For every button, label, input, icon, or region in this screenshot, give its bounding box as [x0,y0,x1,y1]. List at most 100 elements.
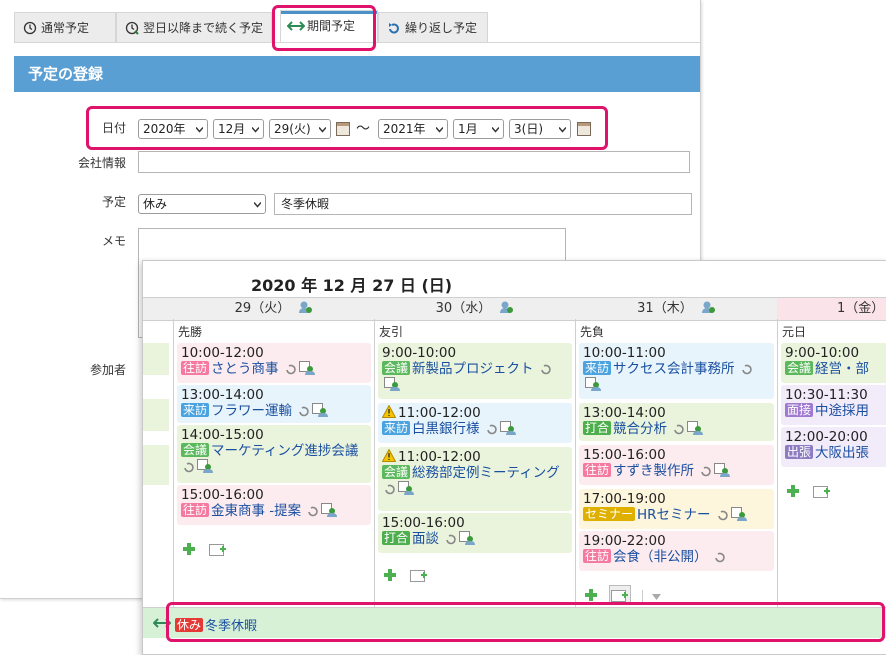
add-plus-icon[interactable] [182,542,196,556]
event-tag: 会議 [382,361,411,375]
overnight-clock-icon [125,21,139,35]
add-plus-icon[interactable] [383,568,397,582]
event-card[interactable]: 10:00-12:00 往訪 さとう商事 [177,343,371,383]
event-card[interactable]: 15:00-16:00 往訪 すずき製作所 [579,445,774,485]
event-tag: 往訪 [181,361,210,375]
company-field[interactable] [138,151,690,173]
section-header: 予定の登録 [14,56,700,92]
schedule-type-select[interactable]: 休み [138,194,266,214]
partial-column [143,319,173,607]
tab-repeat-schedule[interactable]: 繰り返し予定 [378,12,488,42]
add-plus-icon[interactable] [786,484,800,498]
participants-label: 参加者 [89,363,126,377]
event-card[interactable]: 14:00-15:00 会議 マーケティング進捗会議 [177,425,371,483]
event-tag: 打合 [583,421,612,435]
event-title: 総務部定例ミーティング [412,465,560,481]
add-person-icon[interactable] [499,300,514,314]
add-person-icon[interactable] [298,300,313,314]
attendees-icon [398,481,414,495]
repeat-icon [718,510,728,521]
tab-label: 通常予定 [41,21,90,35]
event-time: 15:00-16:00 [583,447,666,463]
attendees-icon [714,463,731,477]
event-time: 11:00-12:00 [382,449,568,465]
day-header-label: 30（水） [435,301,492,316]
tab-overnight-schedule[interactable]: 翌日以降まで続く予定 [116,12,272,42]
event-tag: 会議 [382,465,411,479]
schedule-label: 予定 [101,195,126,209]
day-column-31: 先負 10:00-11:00 来訪 サクセス会計事務所 13:00-14:00 打… [575,319,777,607]
add-row [383,567,428,586]
event-time-text: 11:00-12:00 [398,449,481,465]
event-title: 白黒銀行様 [412,421,480,437]
day-header-29: 29（火） [173,298,374,320]
add-plus-icon[interactable] [584,588,598,602]
highlight-date-range [86,106,608,150]
rokuyo-label: 元日 [782,325,807,339]
event-title: さとう商事 [211,361,279,377]
event-title: 中途採用 [815,403,870,419]
event-time: 14:00-15:00 [181,427,264,443]
event-time: 12:00-20:00 [785,429,868,445]
event-card[interactable]: 13:00-14:00 来訪 フラワー運輸 [177,385,371,423]
event-time: 11:00-12:00 [382,405,568,421]
event-tag: 来訪 [382,421,411,435]
day-header-30: 30（水） [374,298,575,320]
event-time: 10:00-12:00 [181,345,264,361]
highlight-period-tab [272,5,376,51]
event-card[interactable]: 12:00-20:00 出張 大阪出張 [781,427,886,467]
event-time: 10:30-11:30 [785,387,868,403]
add-person-icon[interactable] [701,300,715,314]
warning-icon [382,449,396,462]
event-time: 15:00-16:00 [181,487,264,503]
event-title: 大阪出張 [815,445,870,461]
calendar-date-title: 2020 年 12 月 27 日 (日) [251,276,453,295]
event-card[interactable]: 15:00-16:00 往訪 金東商事 -提案 [177,485,371,525]
tab-label: 繰り返し予定 [405,21,478,35]
event-title: サクセス会計事務所 [613,361,735,377]
event-card[interactable]: 11:00-12:00 会議 総務部定例ミーティング [378,447,572,511]
rokuyo-label: 友引 [379,325,404,339]
event-time: 10:00-11:00 [583,345,666,361]
day-header-label: 29（火） [234,301,291,316]
event-tag: 往訪 [181,503,210,517]
event-time: 13:00-14:00 [181,387,264,403]
event-title: 金東商事 -提案 [211,503,302,519]
repeat-icon [742,364,752,375]
attendees-icon [384,377,400,391]
day-header-row: 29（火） 30（水） 31（木） 1（金） [143,297,886,321]
repeat-icon [487,424,497,435]
attendees-icon [298,361,315,375]
event-tag: 往訪 [583,549,612,563]
warning-icon [382,405,396,418]
event-card[interactable]: 11:00-12:00 来訪 白黒銀行様 [378,403,572,443]
event-card[interactable]: 13:00-14:00 打合 競合分析 [579,403,774,441]
add-to-folder-icon[interactable] [410,568,428,582]
repeat-icon [715,552,725,563]
event-card[interactable]: 19:00-22:00 往訪 会食（非公開） [579,531,774,571]
event-title: 会食（非公開） [613,549,708,565]
event-card[interactable]: 10:30-11:30 面接 中途採用 [781,385,886,425]
event-card[interactable]: 10:00-11:00 来訪 サクセス会計事務所 [579,343,774,399]
add-row [786,483,831,502]
attendees-icon [312,403,329,417]
clock-icon [23,21,37,35]
event-title: 面談 [412,531,440,547]
add-to-folder-icon[interactable] [813,484,831,498]
event-title: フラワー運輸 [211,403,293,419]
event-card[interactable]: 9:00-10:00 会議 新製品プロジェクト [378,343,572,399]
repeat-icon [286,364,296,375]
event-card[interactable]: 9:00-10:00 会議 経営・部 [781,343,886,383]
event-title: 経営・部 [815,361,870,377]
add-to-folder-icon[interactable] [209,542,227,556]
attendees-icon [499,421,516,435]
event-card[interactable]: 17:00-19:00 セミナー HRセミナー [579,489,774,529]
event-card[interactable]: 15:00-16:00 打合 面談 [378,513,572,553]
event-title: 競合分析 [613,421,668,437]
day-column-29: 先勝 10:00-12:00 往訪 さとう商事 13:00-14:00 来訪 フラワ… [173,319,374,607]
dropdown-arrow-icon[interactable] [652,594,662,601]
tab-normal-schedule[interactable]: 通常予定 [14,12,116,42]
repeat-icon [299,406,310,417]
event-time: 13:00-14:00 [583,405,666,421]
schedule-title-field[interactable]: 冬季休暇 [274,193,692,215]
